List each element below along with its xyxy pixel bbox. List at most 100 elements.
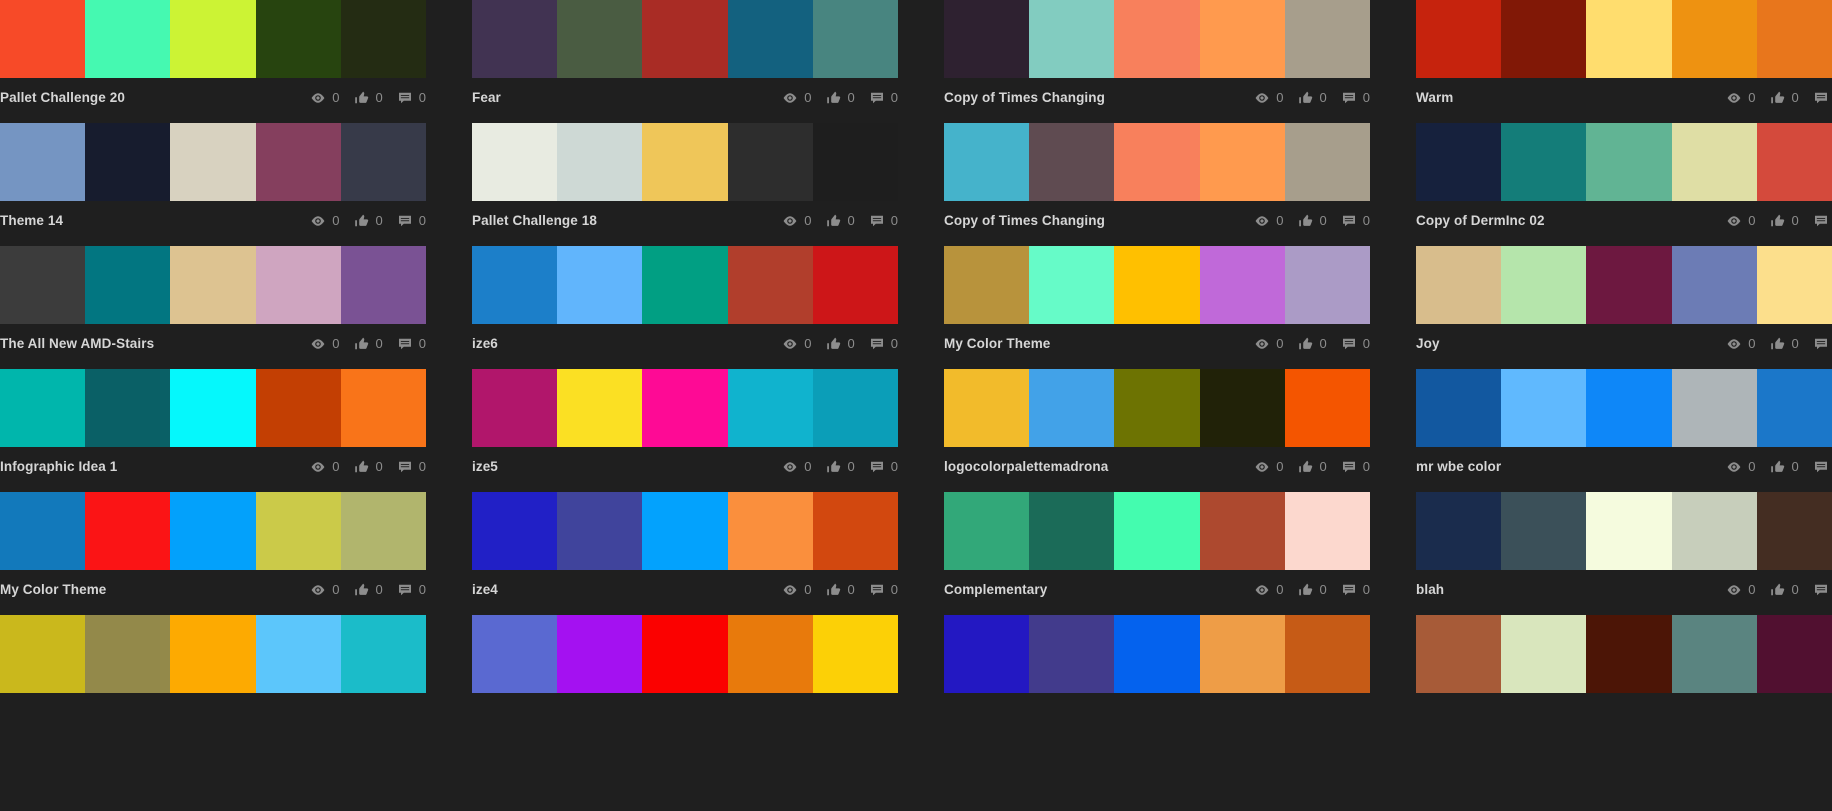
palette-card[interactable]: logocolorpalettemadrona 0 0 0 (944, 369, 1416, 492)
color-swatch[interactable] (1586, 0, 1672, 78)
likes-stat[interactable]: 0 (354, 90, 383, 106)
likes-stat[interactable]: 0 (1770, 90, 1799, 106)
color-swatch[interactable] (727, 0, 813, 78)
palette-card[interactable]: Pallet Challenge 20 0 0 0 (0, 0, 472, 123)
color-swatch[interactable] (340, 615, 426, 693)
palette-title[interactable]: Copy of Times Changing (944, 213, 1240, 228)
color-swatch[interactable] (1284, 615, 1370, 693)
color-swatch[interactable] (1029, 246, 1115, 324)
color-swatch[interactable] (1029, 0, 1115, 78)
color-swatch[interactable] (1501, 0, 1587, 78)
comments-stat[interactable]: 0 (1341, 336, 1370, 352)
color-swatch[interactable] (727, 492, 813, 570)
color-swatch[interactable] (340, 369, 426, 447)
color-swatch[interactable] (1029, 369, 1115, 447)
color-swatch[interactable] (0, 123, 86, 201)
likes-stat[interactable]: 0 (826, 90, 855, 106)
palette-title[interactable]: Fear (472, 90, 768, 105)
palette-title[interactable]: My Color Theme (0, 582, 296, 597)
color-swatch[interactable] (340, 492, 426, 570)
color-swatch[interactable] (0, 0, 86, 78)
color-swatch[interactable] (1114, 246, 1200, 324)
color-swatch[interactable] (1671, 123, 1757, 201)
palette-swatch-strip[interactable] (0, 369, 426, 447)
color-swatch[interactable] (557, 0, 643, 78)
color-swatch[interactable] (1416, 0, 1502, 78)
color-swatch[interactable] (812, 0, 898, 78)
likes-stat[interactable]: 0 (1770, 582, 1799, 598)
color-swatch[interactable] (472, 615, 558, 693)
palette-swatch-strip[interactable] (944, 123, 1370, 201)
color-swatch[interactable] (1756, 246, 1832, 324)
palette-title[interactable]: Infographic Idea 1 (0, 459, 296, 474)
palette-title[interactable]: ize4 (472, 582, 768, 597)
likes-stat[interactable]: 0 (826, 213, 855, 229)
color-swatch[interactable] (472, 0, 558, 78)
palette-swatch-strip[interactable] (472, 0, 898, 78)
palette-title[interactable]: My Color Theme (944, 336, 1240, 351)
comments-stat[interactable]: 0 (1813, 459, 1832, 475)
color-swatch[interactable] (1114, 123, 1200, 201)
comments-stat[interactable]: 0 (869, 336, 898, 352)
color-swatch[interactable] (642, 246, 728, 324)
palette-title[interactable]: ize5 (472, 459, 768, 474)
comments-stat[interactable]: 0 (869, 90, 898, 106)
color-swatch[interactable] (642, 123, 728, 201)
palette-title[interactable]: Warm (1416, 90, 1712, 105)
palette-card[interactable]: Theme 14 0 0 0 (0, 123, 472, 246)
color-swatch[interactable] (1586, 615, 1672, 693)
likes-stat[interactable]: 0 (1770, 459, 1799, 475)
comments-stat[interactable]: 0 (1813, 90, 1832, 106)
color-swatch[interactable] (85, 246, 171, 324)
color-swatch[interactable] (0, 369, 86, 447)
color-swatch[interactable] (1114, 492, 1200, 570)
color-swatch[interactable] (1416, 492, 1502, 570)
color-swatch[interactable] (1284, 123, 1370, 201)
likes-stat[interactable]: 0 (1298, 90, 1327, 106)
color-swatch[interactable] (0, 492, 86, 570)
color-swatch[interactable] (1416, 615, 1502, 693)
color-swatch[interactable] (472, 123, 558, 201)
color-swatch[interactable] (170, 246, 256, 324)
palette-card[interactable]: Copy of Times Changing 0 0 0 (944, 123, 1416, 246)
views-stat[interactable]: 0 (1726, 90, 1756, 106)
comments-stat[interactable]: 0 (1341, 90, 1370, 106)
views-stat[interactable]: 0 (1254, 336, 1284, 352)
color-swatch[interactable] (255, 369, 341, 447)
color-swatch[interactable] (340, 123, 426, 201)
palette-card[interactable] (944, 615, 1416, 738)
color-swatch[interactable] (1284, 369, 1370, 447)
comments-stat[interactable]: 0 (1813, 582, 1832, 598)
color-swatch[interactable] (1756, 615, 1832, 693)
color-swatch[interactable] (944, 492, 1030, 570)
color-swatch[interactable] (1199, 246, 1285, 324)
palette-swatch-strip[interactable] (944, 369, 1370, 447)
views-stat[interactable]: 0 (782, 213, 812, 229)
color-swatch[interactable] (1586, 246, 1672, 324)
comments-stat[interactable]: 0 (1341, 459, 1370, 475)
color-swatch[interactable] (170, 0, 256, 78)
palette-title[interactable]: ize6 (472, 336, 768, 351)
color-swatch[interactable] (472, 369, 558, 447)
palette-swatch-strip[interactable] (944, 246, 1370, 324)
palette-title[interactable]: blah (1416, 582, 1712, 597)
color-swatch[interactable] (1029, 615, 1115, 693)
palette-swatch-strip[interactable] (1416, 492, 1832, 570)
likes-stat[interactable]: 0 (1298, 459, 1327, 475)
color-swatch[interactable] (557, 369, 643, 447)
palette-swatch-strip[interactable] (472, 492, 898, 570)
color-swatch[interactable] (944, 369, 1030, 447)
palette-card[interactable] (1416, 615, 1832, 738)
palette-title[interactable]: Pallet Challenge 18 (472, 213, 768, 228)
views-stat[interactable]: 0 (1726, 336, 1756, 352)
color-swatch[interactable] (1501, 246, 1587, 324)
palette-card[interactable]: mr wbe color 0 0 (1416, 369, 1832, 492)
palette-swatch-strip[interactable] (1416, 0, 1832, 78)
palette-card[interactable]: My Color Theme 0 0 0 (944, 246, 1416, 369)
color-swatch[interactable] (727, 123, 813, 201)
likes-stat[interactable]: 0 (354, 213, 383, 229)
views-stat[interactable]: 0 (1254, 459, 1284, 475)
color-swatch[interactable] (642, 369, 728, 447)
color-swatch[interactable] (1029, 123, 1115, 201)
views-stat[interactable]: 0 (1254, 582, 1284, 598)
